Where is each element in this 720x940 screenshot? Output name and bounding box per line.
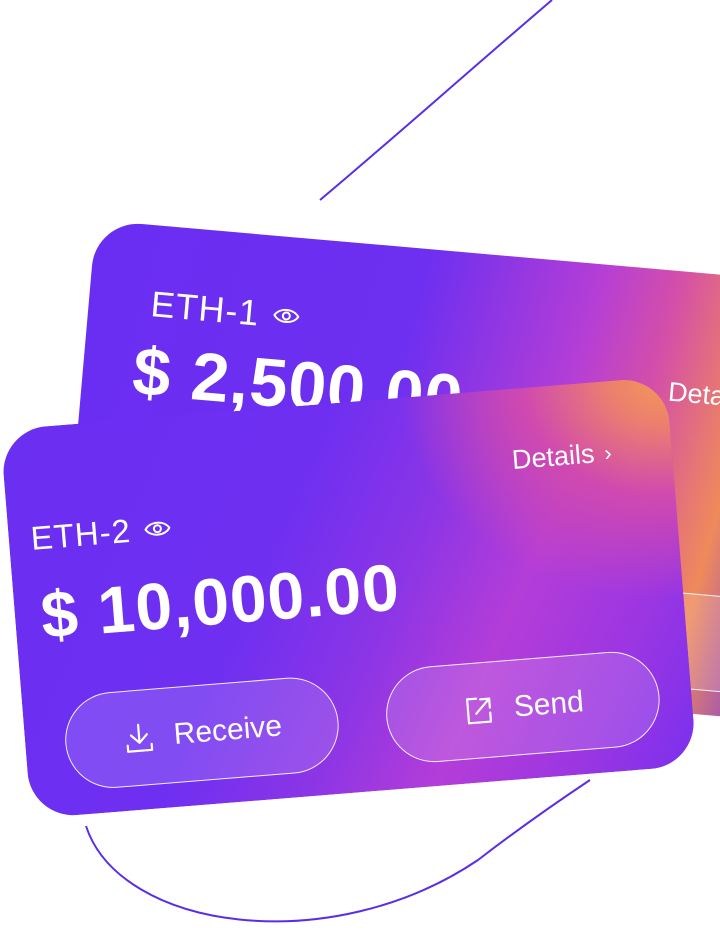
card-name-label: ETH-2 — [29, 511, 133, 557]
send-button[interactable]: Send — [382, 648, 664, 766]
eye-icon[interactable] — [273, 306, 300, 326]
wallet-cards-scene: ETH-1 $ 2,500.00 Details › Details › ETH… — [0, 0, 720, 940]
details-link[interactable]: Details › — [511, 437, 613, 476]
chevron-right-icon: › — [603, 439, 613, 466]
details-label: Details — [510, 438, 596, 475]
details-label: Details — [666, 376, 720, 414]
eye-icon[interactable] — [144, 519, 171, 539]
send-label: Send — [512, 685, 586, 724]
receive-label: Receive — [172, 709, 284, 751]
card-name: ETH-1 — [149, 283, 301, 338]
external-link-icon — [461, 692, 498, 729]
details-link[interactable]: Details › — [667, 377, 720, 417]
card-balance: $ 10,000.00 — [38, 549, 403, 653]
receive-button[interactable]: Receive — [61, 673, 343, 792]
download-icon — [121, 720, 158, 757]
card-name: ETH-2 — [29, 509, 172, 558]
wallet-card-eth-2[interactable]: Details › ETH-2 $ 10,000.00 Receive Send — [0, 376, 698, 819]
card-name-label: ETH-1 — [149, 283, 262, 334]
